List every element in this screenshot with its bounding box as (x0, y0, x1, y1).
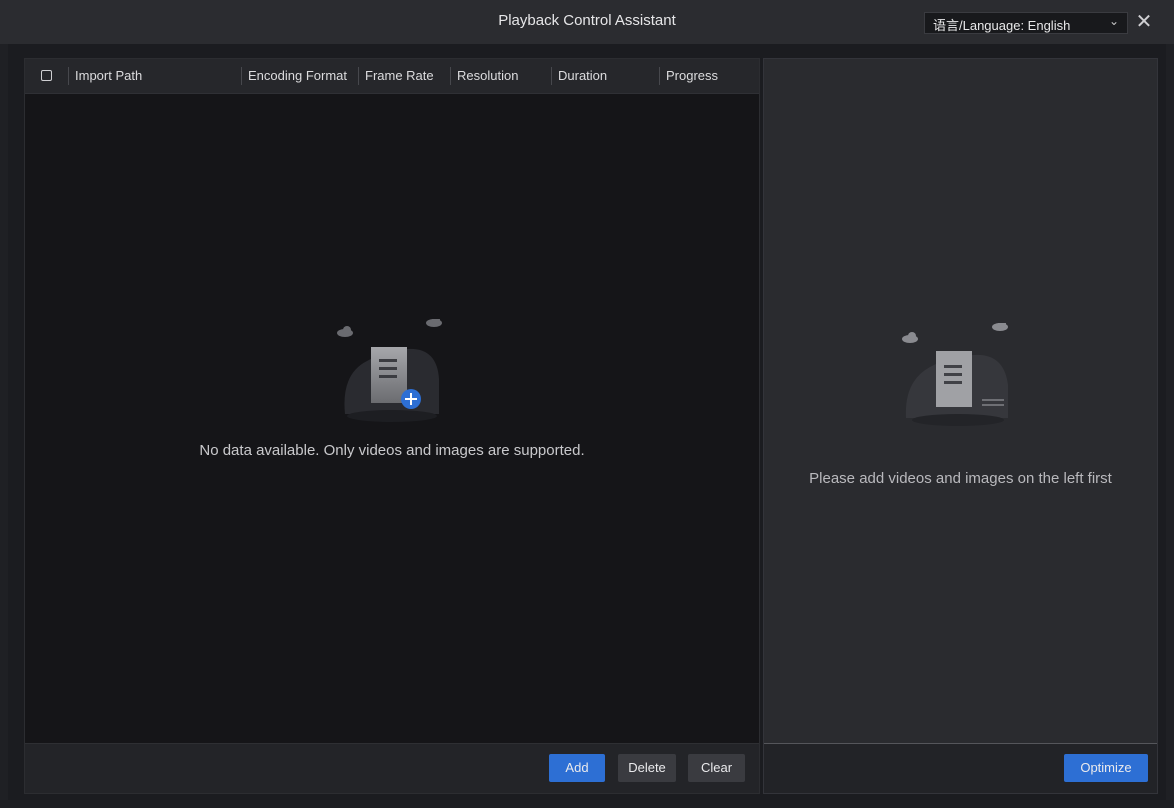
language-select-value: 语言/Language: English (933, 18, 1071, 33)
chevron-down-icon: ⌄ (1108, 14, 1119, 28)
empty-state: No data available. Only videos and image… (25, 316, 759, 459)
optimize-panel: Please add videos and images on the left… (763, 58, 1158, 794)
column-progress[interactable]: Progress (659, 67, 718, 85)
column-resolution[interactable]: Resolution (450, 67, 518, 85)
optimize-actions-bar: Optimize (764, 743, 1157, 793)
empty-add-file-icon (337, 316, 442, 422)
empty-file-icon (901, 320, 1008, 426)
column-encoding-format[interactable]: Encoding Format (241, 67, 347, 85)
column-frame-rate[interactable]: Frame Rate (358, 67, 434, 85)
file-actions-bar: Add Delete Clear (25, 743, 759, 793)
language-select[interactable]: 语言/Language: English ⌄ (924, 12, 1128, 34)
select-all-checkbox[interactable] (41, 70, 52, 81)
table-header: Import Path Encoding Format Frame Rate R… (25, 59, 759, 94)
delete-button[interactable]: Delete (618, 754, 676, 782)
close-button[interactable]: ✕ (1132, 10, 1156, 34)
empty-message: No data available. Only videos and image… (199, 442, 585, 459)
clear-button[interactable]: Clear (688, 754, 745, 782)
add-button[interactable]: Add (549, 754, 605, 782)
optimize-button[interactable]: Optimize (1064, 754, 1148, 782)
file-list-panel: Import Path Encoding Format Frame Rate R… (24, 58, 760, 794)
column-import-path[interactable]: Import Path (68, 67, 142, 85)
column-duration[interactable]: Duration (551, 67, 607, 85)
main-area: Import Path Encoding Format Frame Rate R… (8, 44, 1166, 800)
title-bar: Playback Control Assistant 语言/Language: … (0, 0, 1174, 44)
empty-message-right: Please add videos and images on the left… (809, 470, 1112, 487)
empty-state-right: Please add videos and images on the left… (764, 320, 1157, 487)
